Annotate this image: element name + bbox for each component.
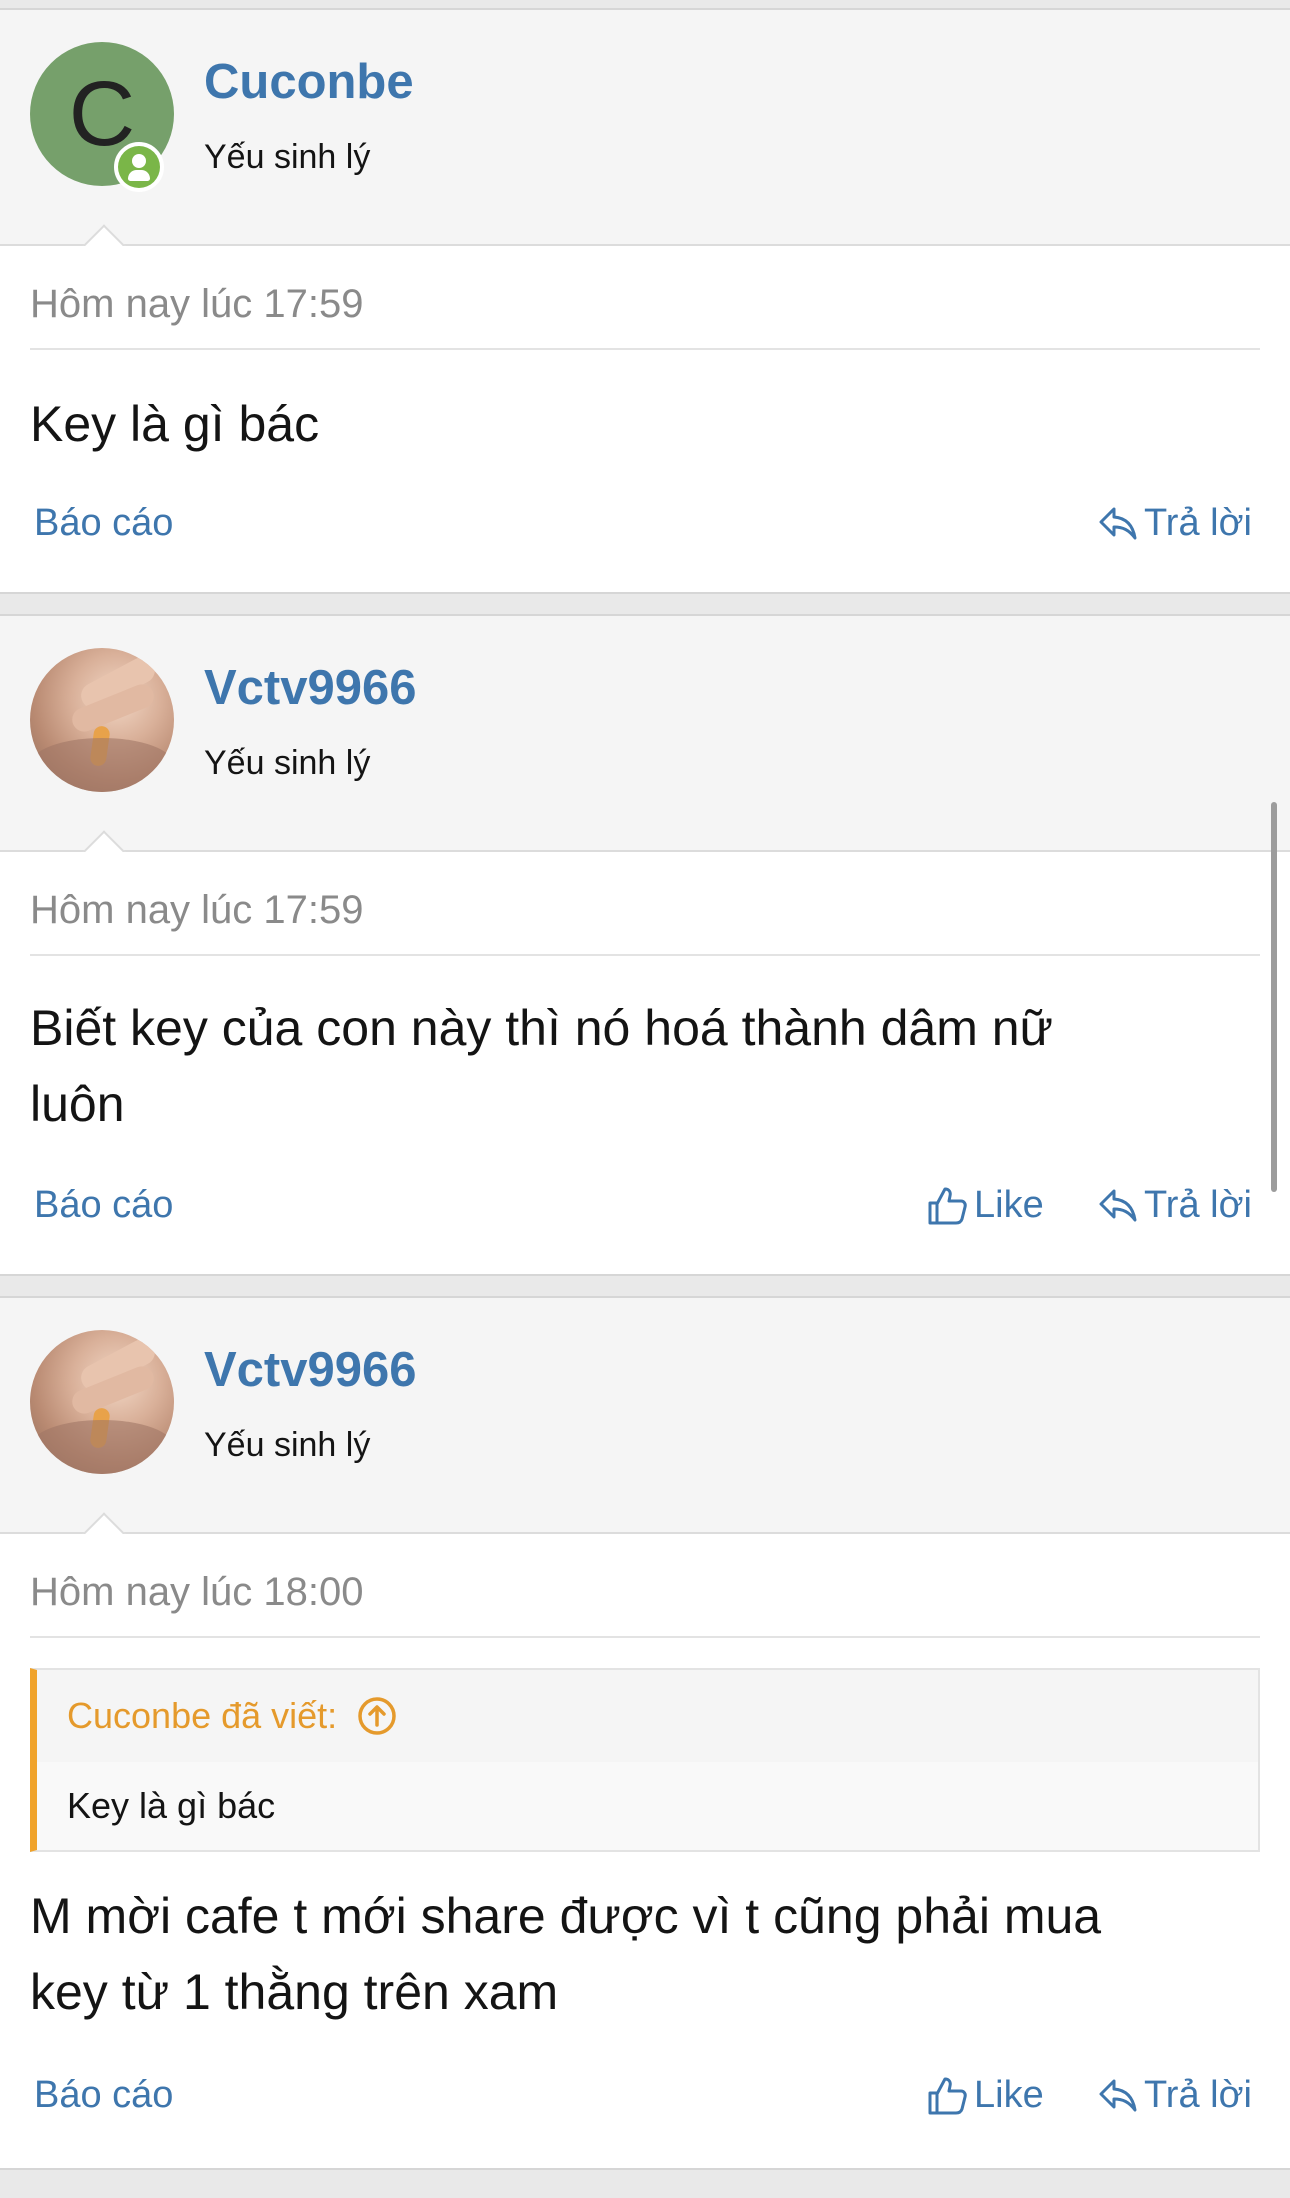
- reply-icon: [1099, 1189, 1137, 1221]
- reply-icon: [1099, 507, 1137, 539]
- username[interactable]: Vctv9966: [204, 660, 417, 716]
- username[interactable]: Vctv9966: [204, 1342, 417, 1398]
- like-button[interactable]: Like: [926, 2074, 1044, 2117]
- user-title: Yếu sinh lý: [204, 138, 371, 176]
- thumbs-up-icon: [928, 1187, 967, 1224]
- online-status-icon: [114, 142, 164, 192]
- reply-label: Trả lời: [1144, 502, 1252, 544]
- username[interactable]: Cuconbe: [204, 54, 414, 110]
- avatar[interactable]: [30, 648, 174, 792]
- like-label: Like: [974, 1184, 1044, 1226]
- quote-text: Key là gì bác: [37, 1762, 1258, 1850]
- avatar[interactable]: [30, 1330, 174, 1474]
- reply-icon: [1099, 2079, 1137, 2111]
- reply-button[interactable]: Trả lời: [1098, 502, 1252, 545]
- report-link[interactable]: Báo cáo: [34, 502, 173, 545]
- post-timestamp[interactable]: Hôm nay lúc 17:59: [30, 888, 364, 933]
- reply-label: Trả lời: [1144, 2074, 1252, 2116]
- post: Vctv9966 Yếu sinh lý Hôm nay lúc 17:59 B…: [0, 614, 1290, 1276]
- message-line: Key là gì bác: [30, 396, 320, 452]
- quote-block: Cuconbe đã viết: Key là gì bác: [30, 1668, 1260, 1852]
- post-pointer: [82, 224, 126, 246]
- divider: [30, 348, 1260, 350]
- post: C Cuconbe Yếu sinh lý Hôm nay lúc 17:59 …: [0, 8, 1290, 594]
- report-label: Báo cáo: [34, 502, 174, 544]
- post-message: Biết key của con này thì nó hoá thành dâ…: [30, 990, 1260, 1142]
- message-line: luôn: [30, 1076, 125, 1132]
- message-line: key từ 1 thằng trên xam: [30, 1964, 559, 2020]
- scrollbar[interactable]: [1271, 802, 1277, 1192]
- post-message: Key là gì bác: [30, 386, 1260, 462]
- thumbs-up-icon: [928, 2077, 967, 2114]
- like-button[interactable]: Like: [926, 1184, 1044, 1227]
- post-timestamp[interactable]: Hôm nay lúc 17:59: [30, 282, 364, 327]
- divider: [30, 1636, 1260, 1638]
- user-block: Vctv9966 Yếu sinh lý: [0, 616, 1290, 852]
- post-pointer: [82, 830, 126, 852]
- post: Vctv9966 Yếu sinh lý Hôm nay lúc 18:00 C…: [0, 1296, 1290, 2170]
- report-label: Báo cáo: [34, 1184, 174, 1226]
- report-label: Báo cáo: [34, 2074, 174, 2116]
- quote-header[interactable]: Cuconbe đã viết:: [37, 1670, 1258, 1762]
- arrow-up-circle-icon[interactable]: [357, 1696, 397, 1736]
- report-link[interactable]: Báo cáo: [34, 2074, 173, 2117]
- message-line: M mời cafe t mới share được vì t cũng ph…: [30, 1888, 1102, 1944]
- quote-author: Cuconbe đã viết:: [67, 1695, 338, 1736]
- like-label: Like: [974, 2074, 1044, 2116]
- user-title: Yếu sinh lý: [204, 744, 371, 782]
- report-link[interactable]: Báo cáo: [34, 1184, 173, 1227]
- user-block: C Cuconbe Yếu sinh lý: [0, 10, 1290, 246]
- message-line: Biết key của con này thì nó hoá thành dâ…: [30, 1000, 1054, 1056]
- user-block: Vctv9966 Yếu sinh lý: [0, 1298, 1290, 1534]
- reply-button[interactable]: Trả lời: [1098, 2074, 1252, 2117]
- reply-label: Trả lời: [1144, 1184, 1252, 1226]
- post-timestamp[interactable]: Hôm nay lúc 18:00: [30, 1570, 364, 1615]
- user-title: Yếu sinh lý: [204, 1426, 371, 1464]
- divider: [30, 954, 1260, 956]
- reply-button[interactable]: Trả lời: [1098, 1184, 1252, 1227]
- post-message: M mời cafe t mới share được vì t cũng ph…: [30, 1878, 1260, 2030]
- post-pointer: [82, 1512, 126, 1534]
